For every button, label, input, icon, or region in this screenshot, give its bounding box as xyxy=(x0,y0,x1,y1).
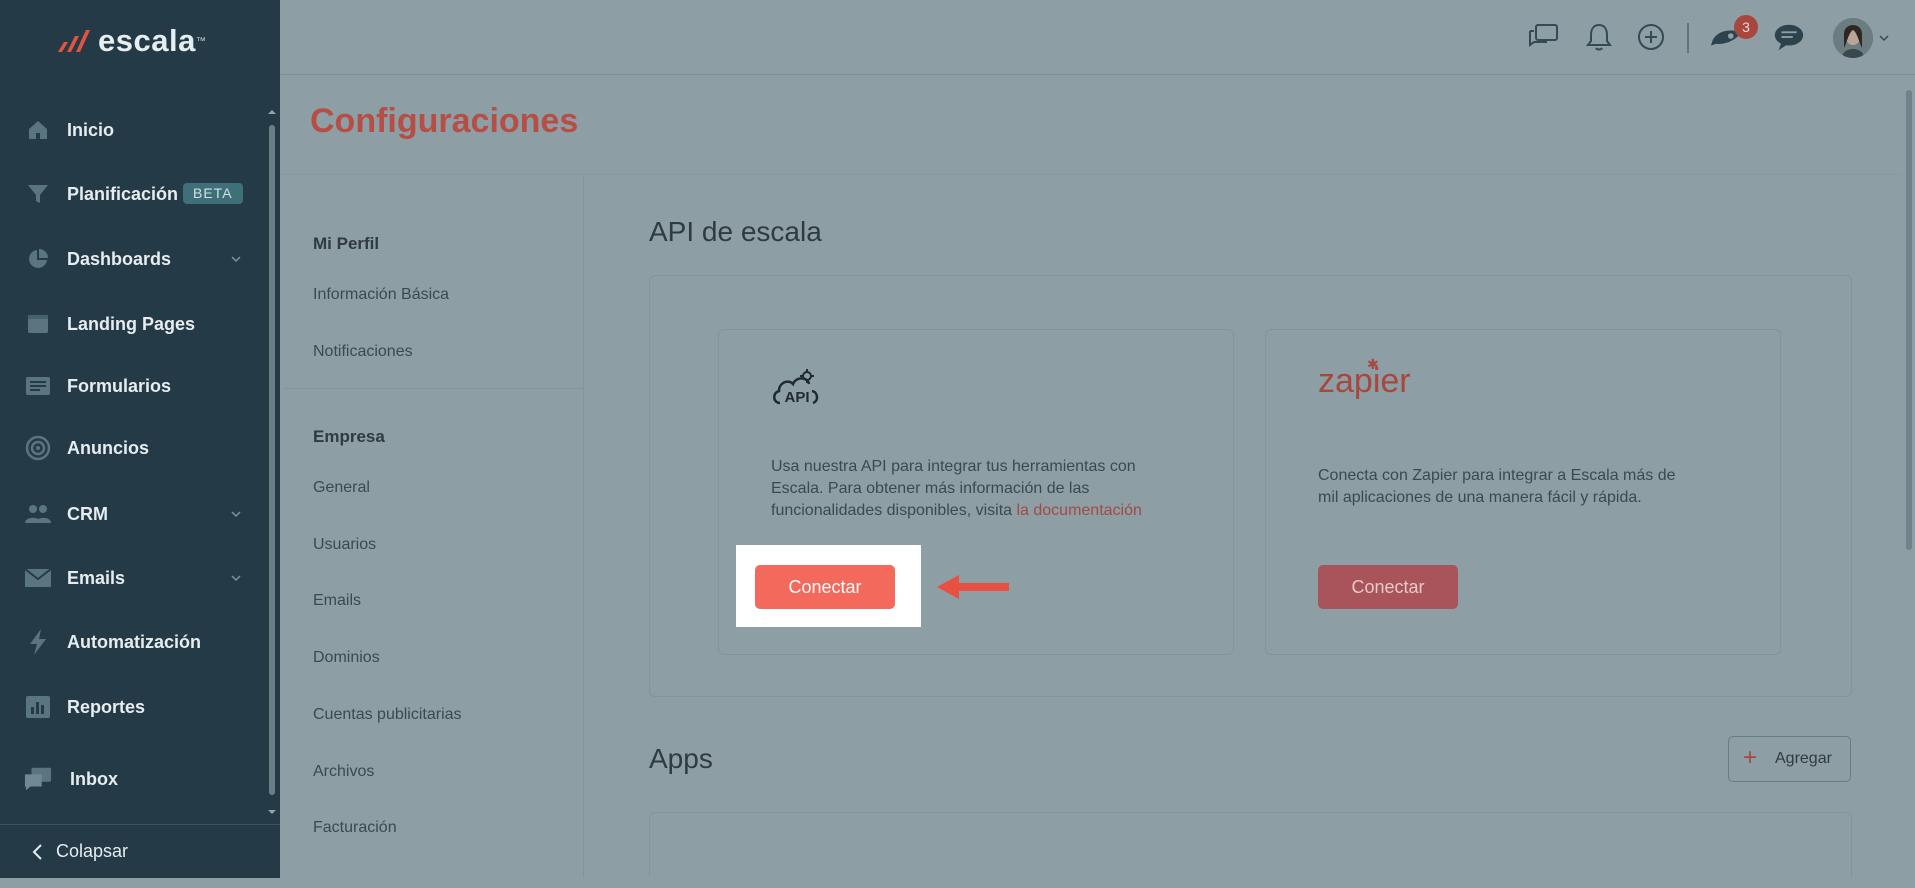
api-desc-line: Escala. Para obtener más información de … xyxy=(771,480,1090,497)
bell-icon[interactable] xyxy=(1582,20,1616,54)
envelope-icon xyxy=(24,564,52,592)
api-desc-line: funcionalidades disponibles, visita la d… xyxy=(771,500,1142,522)
pie-chart-icon xyxy=(24,245,52,273)
page-title: Configuraciones xyxy=(310,102,579,140)
add-app-button[interactable]: + Agregar xyxy=(1728,736,1851,782)
sidebar-item-label: Planificación xyxy=(67,183,179,204)
target-icon xyxy=(24,434,52,462)
header-divider xyxy=(280,174,1900,175)
chevron-left-icon xyxy=(32,844,42,860)
settings-item-facturacion[interactable]: Facturación xyxy=(313,819,397,837)
people-icon xyxy=(24,500,52,528)
api-connect-button[interactable]: Conectar xyxy=(755,565,895,609)
sidebar-item-inicio[interactable]: Inicio xyxy=(0,108,268,152)
settings-item-emails[interactable]: Emails xyxy=(313,592,361,610)
sidebar-item-label: Dashboards xyxy=(67,248,172,269)
zapier-card-description: Conecta con Zapier para integrar a Escal… xyxy=(1318,465,1676,509)
settings-group-heading-mi-perfil: Mi Perfil xyxy=(313,234,380,253)
api-section-title: API de escala xyxy=(649,216,822,247)
sidebar-item-dashboards[interactable]: Dashboards xyxy=(0,237,268,281)
settings-item-cuentas-publicitarias[interactable]: Cuentas publicitarias xyxy=(313,706,462,724)
collapse-sidebar-button[interactable]: Colapsar xyxy=(0,824,280,878)
api-icon-label: API xyxy=(784,389,810,406)
sidebar-item-label: Automatización xyxy=(67,631,202,652)
sidebar-item-crm[interactable]: CRM xyxy=(0,492,268,536)
bar-report-icon xyxy=(24,693,52,721)
logo-text: escala xyxy=(98,23,196,58)
api-desc-line: Usa nuestra API para integrar tus herram… xyxy=(771,458,1136,475)
sidebar-scroll-thumb[interactable] xyxy=(269,125,275,795)
api-cloud-icon: API xyxy=(770,369,824,413)
top-bar xyxy=(280,0,1915,75)
plus-icon: + xyxy=(1743,744,1758,771)
sidebar-item-anuncios[interactable]: Anuncios xyxy=(0,426,268,470)
settings-item-dominios[interactable]: Dominios xyxy=(313,649,380,667)
add-app-label: Agregar xyxy=(1775,750,1832,767)
scroll-down-icon xyxy=(268,810,276,814)
settings-item-informacion-basica[interactable]: Información Básica xyxy=(313,286,449,304)
form-icon xyxy=(24,372,52,400)
sidebar-item-landing-pages[interactable]: Landing Pages xyxy=(0,302,268,346)
chat-bubbles-icon xyxy=(24,765,52,793)
sidebar-item-label: Anuncios xyxy=(67,437,150,458)
lightning-icon xyxy=(24,628,52,656)
zapier-desc-line: mil aplicaciones de una manera fácil y r… xyxy=(1318,489,1642,506)
zapier-connect-button[interactable]: Conectar xyxy=(1318,565,1458,609)
zapier-desc-line: Conecta con Zapier para integrar a Escal… xyxy=(1318,467,1676,484)
sidebar-item-label: Landing Pages xyxy=(67,313,196,334)
chevron-down-icon xyxy=(231,575,241,582)
zapier-logo: zapier xyxy=(1318,362,1411,400)
documentation-link[interactable]: la documentación xyxy=(1016,502,1141,519)
collapse-label: Colapsar xyxy=(56,841,129,861)
sidebar-item-formularios[interactable]: Formularios xyxy=(0,364,268,408)
subnav-divider xyxy=(284,388,584,389)
sidebar-item-reportes[interactable]: Reportes xyxy=(0,685,268,729)
sidebar-item-emails[interactable]: Emails xyxy=(0,556,268,600)
funnel-icon xyxy=(24,180,52,208)
scroll-up-icon xyxy=(268,110,276,114)
add-circle-icon[interactable] xyxy=(1634,20,1668,54)
zapier-asterisk-icon: ✱ xyxy=(1367,356,1379,372)
user-avatar[interactable] xyxy=(1833,18,1873,58)
settings-subnav: Mi Perfil Información Básica Notificacio… xyxy=(284,176,584,878)
apps-panel xyxy=(649,812,1852,888)
apps-section-title: Apps xyxy=(649,743,713,774)
settings-item-general[interactable]: General xyxy=(313,479,370,497)
escala-logo[interactable]: escala ™ xyxy=(56,23,206,58)
chevron-down-icon xyxy=(231,256,241,263)
sidebar-item-label: Reportes xyxy=(67,696,146,717)
settings-item-usuarios[interactable]: Usuarios xyxy=(313,536,376,554)
user-portrait-icon xyxy=(1833,18,1873,58)
sidebar-item-planificacion[interactable]: Planificación BETA xyxy=(0,172,268,216)
support-chat-icon[interactable] xyxy=(1772,20,1806,54)
sidebar-item-inbox[interactable]: Inbox xyxy=(0,757,268,801)
chevron-down-icon xyxy=(231,511,241,518)
topbar-divider xyxy=(1687,23,1689,53)
notification-count-badge: 3 xyxy=(1734,15,1758,39)
chat-icon[interactable] xyxy=(1526,20,1560,54)
settings-group-heading-empresa: Empresa xyxy=(313,427,385,446)
api-desc-line-text: funcionalidades disponibles, visita xyxy=(771,502,1017,519)
settings-item-notificaciones[interactable]: Notificaciones xyxy=(313,343,413,361)
settings-item-archivos[interactable]: Archivos xyxy=(313,763,374,781)
browser-window-icon xyxy=(24,310,52,338)
main-scrollbar[interactable] xyxy=(1906,90,1912,550)
sidebar-item-label: Formularios xyxy=(67,375,172,396)
sidebar-item-automatizacion[interactable]: Automatización xyxy=(0,620,268,664)
sidebar-item-label: Inicio xyxy=(67,119,115,140)
sidebar-item-label: Inbox xyxy=(70,768,118,789)
api-card-description: Usa nuestra API para integrar tus herram… xyxy=(771,456,1142,522)
bottom-strip xyxy=(0,878,1915,888)
sidebar-item-label: Emails xyxy=(67,567,126,588)
home-icon xyxy=(24,116,52,144)
logo-bars-icon xyxy=(58,30,90,52)
avatar-chevron-down-icon[interactable] xyxy=(1878,32,1890,44)
sidebar: escala ™ Inicio Planificación BETA Dashb… xyxy=(0,0,280,878)
logo-trademark: ™ xyxy=(195,35,206,47)
pointer-arrow-icon xyxy=(937,575,1009,599)
sidebar-item-label: CRM xyxy=(67,503,108,524)
beta-badge: BETA xyxy=(183,183,243,204)
